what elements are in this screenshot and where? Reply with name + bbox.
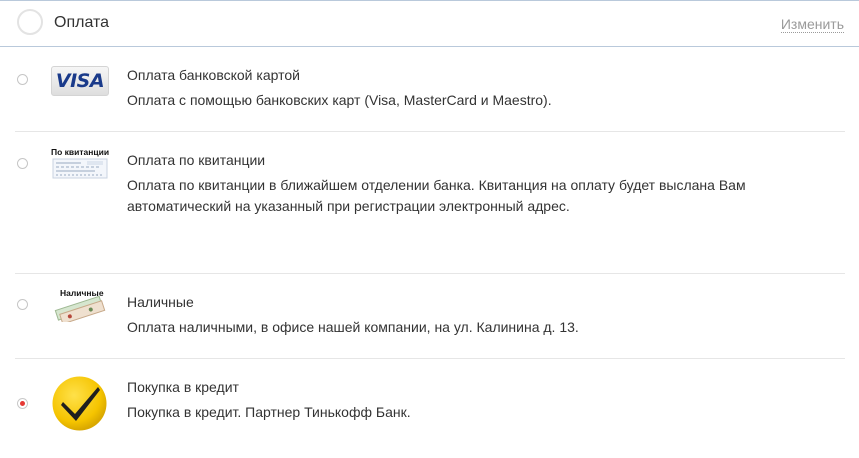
step-indicator-circle xyxy=(17,9,43,35)
radio-card[interactable] xyxy=(17,74,28,85)
divider xyxy=(15,273,845,274)
payment-section-header: Оплата Изменить xyxy=(0,1,859,47)
receipt-logo: По квитанции xyxy=(51,147,109,179)
radio-cash[interactable] xyxy=(17,299,28,310)
cash-logo: Наличные xyxy=(51,288,109,322)
option-title: Оплата банковской картой xyxy=(127,67,300,83)
divider xyxy=(15,358,845,359)
section-title: Оплата xyxy=(54,14,110,31)
option-description: Оплата наличными, в офисе нашей компании… xyxy=(127,319,579,335)
option-description: Покупка в кредит. Партнер Тинькофф Банк. xyxy=(127,404,411,420)
banknotes-icon xyxy=(54,295,106,322)
radio-credit-selected[interactable] xyxy=(17,398,28,409)
option-title: Покупка в кредит xyxy=(127,379,239,395)
radio-receipt[interactable] xyxy=(17,158,28,169)
tinkoff-checkmark-icon xyxy=(52,376,107,431)
tinkoff-logo xyxy=(51,375,108,437)
change-link[interactable]: Изменить xyxy=(780,16,844,33)
divider xyxy=(15,131,845,132)
option-description: Оплата по квитанции в ближайшем отделени… xyxy=(127,177,746,214)
option-title: Наличные xyxy=(127,294,194,310)
visa-logo-text: VISA xyxy=(55,70,105,92)
option-description: Оплата с помощью банковских карт (Visa, … xyxy=(127,92,552,108)
option-title: Оплата по квитанции xyxy=(127,152,266,168)
visa-logo: VISA xyxy=(51,66,109,96)
receipt-image-icon xyxy=(52,158,108,179)
